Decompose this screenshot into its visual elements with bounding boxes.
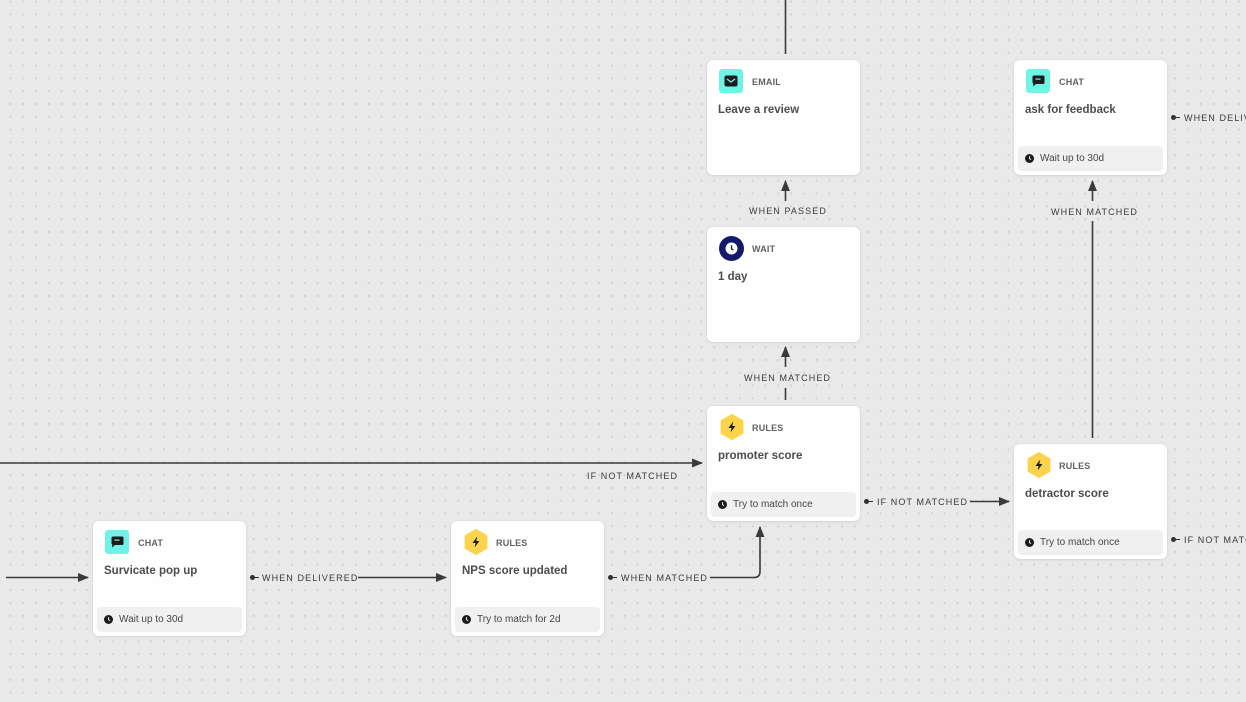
node-title: Survicate pop up	[104, 565, 198, 577]
lightning-icon	[1026, 452, 1052, 478]
node-type: CHAT	[138, 538, 164, 548]
edge-label-if-not-matched-left: IF NOT MATCHED	[587, 471, 679, 481]
edge-label-when-delivered-survicate: WHEN DELIVERED	[262, 573, 359, 583]
node-email-leave-review[interactable]: EMAIL Leave a review	[707, 60, 860, 175]
lightning-icon	[719, 414, 745, 440]
clock-icon	[104, 615, 113, 624]
node-type: WAIT	[752, 244, 776, 254]
node-footer-text: Wait up to 30d	[119, 614, 184, 625]
node-rules-detractor-score[interactable]: RULES detractor score Try to match once	[1014, 444, 1167, 559]
node-footer-text: Try to match once	[733, 499, 813, 510]
node-footer: Try to match once	[711, 492, 856, 517]
node-footer-text: Try to match for 2d	[477, 614, 561, 625]
lightning-icon	[463, 529, 489, 555]
clock-icon	[719, 236, 744, 261]
node-rules-promoter-score[interactable]: RULES promoter score Try to match once	[707, 406, 860, 521]
edge-handle-stub	[1174, 117, 1180, 119]
node-footer-text: Try to match once	[1040, 537, 1120, 548]
node-chat-survicate-pop-up[interactable]: CHAT Survicate pop up Wait up to 30d	[93, 521, 246, 636]
node-title: NPS score updated	[462, 565, 568, 577]
envelope-icon	[719, 69, 743, 93]
node-type: RULES	[1059, 461, 1091, 471]
clock-icon	[462, 615, 471, 624]
edge-label-if-not-matched-promoter: IF NOT MATCHED	[877, 497, 969, 507]
clock-icon	[718, 500, 727, 509]
edge-handle-stub	[867, 501, 873, 503]
node-type: RULES	[496, 538, 528, 548]
node-footer: Wait up to 30d	[97, 607, 242, 632]
node-footer: Try to match once	[1018, 530, 1163, 555]
clock-icon	[1025, 154, 1034, 163]
node-footer: Wait up to 30d	[1018, 146, 1163, 171]
workflow-canvas[interactable]: WHEN PASSED WHEN MATCHED WHEN MATCHED IF…	[0, 0, 1246, 702]
node-type: CHAT	[1059, 77, 1085, 87]
node-title: promoter score	[718, 450, 803, 462]
edge-label-when-matched-nps: WHEN MATCHED	[621, 573, 709, 583]
node-title: Leave a review	[718, 104, 800, 116]
node-title: ask for feedback	[1025, 104, 1116, 116]
node-type: RULES	[752, 423, 784, 433]
chat-bubble-icon	[105, 530, 129, 554]
edge-handle-stub	[253, 577, 259, 579]
edge-label-when-passed: WHEN PASSED	[749, 206, 827, 216]
node-title: detractor score	[1025, 488, 1109, 500]
node-wait-1-day[interactable]: WAIT 1 day	[707, 227, 860, 342]
edge-label-if-not-matched-detractor: IF NOT MATC	[1184, 535, 1246, 545]
node-rules-nps-score-updated[interactable]: RULES NPS score updated Try to match for…	[451, 521, 604, 636]
edge-nps-to-promoter	[710, 525, 765, 579]
node-footer: Try to match for 2d	[455, 607, 600, 632]
edge-label-when-matched-feedback: WHEN MATCHED	[1051, 207, 1139, 217]
edge-label-when-delivered-feedback: WHEN DELIV	[1184, 113, 1246, 123]
edge-label-when-matched-wait: WHEN MATCHED	[744, 373, 832, 383]
chat-bubble-icon	[1026, 69, 1050, 93]
node-footer-text: Wait up to 30d	[1040, 153, 1105, 164]
node-chat-ask-feedback[interactable]: CHAT ask for feedback Wait up to 30d	[1014, 60, 1167, 175]
edge-handle-stub	[611, 577, 617, 579]
edge-handle-stub	[1174, 539, 1180, 541]
node-type: EMAIL	[752, 77, 781, 87]
node-title: 1 day	[718, 271, 748, 283]
clock-icon	[1025, 538, 1034, 547]
